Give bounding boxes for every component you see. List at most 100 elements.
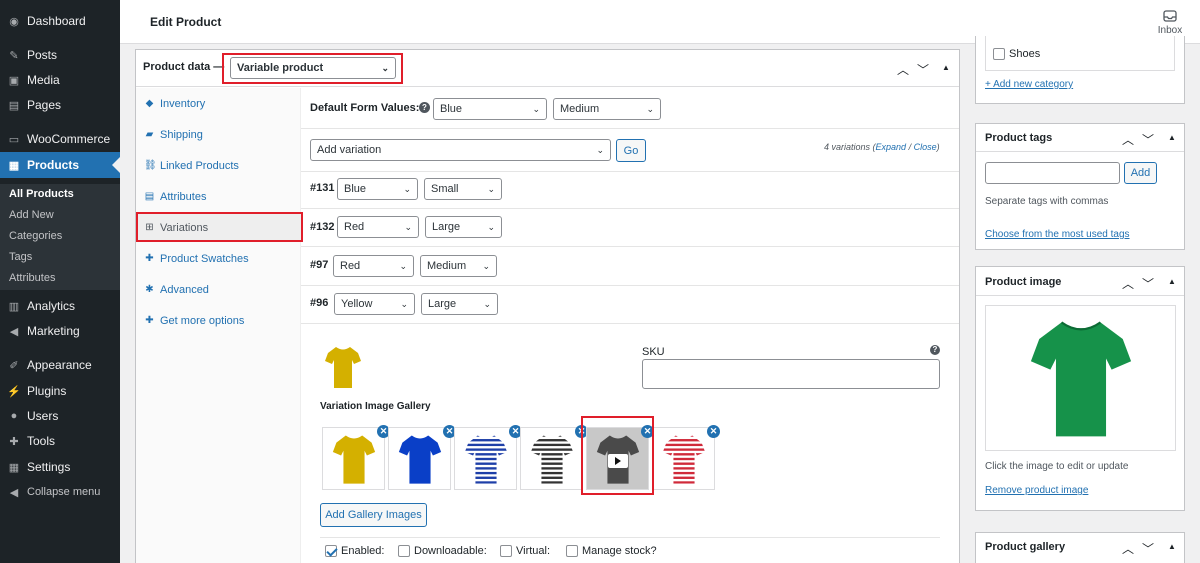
move-up-icon[interactable]: ︿ xyxy=(1122,131,1134,148)
product-image-title: Product image xyxy=(985,276,1062,288)
gallery-image[interactable]: ✕ xyxy=(322,425,390,490)
admin-sidebar: ◉ Dashboard ✎ Posts ▣ Media ▤ Pages ▭ WooComm… xyxy=(0,0,120,563)
move-down-icon[interactable]: ﹀ xyxy=(1142,540,1154,557)
variation-size-select[interactable]: Large ⌄ xyxy=(425,216,502,238)
sidebar-item-products[interactable]: ▦ Products xyxy=(0,152,120,178)
variation-size-select[interactable]: Large ⌄ xyxy=(421,293,498,315)
sidebar-item-media[interactable]: ▣ Media xyxy=(0,67,120,93)
move-down-icon[interactable]: ﹀ xyxy=(1142,131,1154,148)
submenu-categories[interactable]: Categories xyxy=(9,230,62,242)
category-shoes-checkbox[interactable]: Shoes xyxy=(993,45,1040,60)
add-gallery-images-button[interactable]: Add Gallery Images xyxy=(320,503,427,527)
checkbox-icon[interactable] xyxy=(993,47,1005,60)
truck-icon: ▰ xyxy=(145,129,154,140)
checkbox-icon[interactable] xyxy=(500,544,512,557)
pages-icon: ▤ xyxy=(8,99,20,112)
wrench-icon: ✚ xyxy=(145,253,154,264)
tab-linked-products[interactable]: ⛓ Linked Products xyxy=(136,151,301,180)
variation-thumbnail[interactable] xyxy=(324,344,362,393)
product-tags-title: Product tags xyxy=(985,132,1053,144)
submenu-attributes[interactable]: Attributes xyxy=(9,272,55,284)
sidebar-item-plugins[interactable]: ⚡ Plugins xyxy=(0,378,120,404)
sku-input[interactable] xyxy=(642,359,940,389)
tab-product-swatches[interactable]: ✚ Product Swatches xyxy=(136,244,301,273)
go-button[interactable]: Go xyxy=(616,139,646,162)
inbox-button[interactable]: Inbox xyxy=(1151,10,1189,36)
sidebar-item-pages[interactable]: ▤ Pages xyxy=(0,92,120,118)
move-down-icon[interactable]: ﹀ xyxy=(917,61,929,78)
sidebar-item-marketing[interactable]: ◀ Marketing xyxy=(0,318,120,344)
checkbox-icon[interactable] xyxy=(398,544,410,557)
variation-size-select[interactable]: Medium ⌄ xyxy=(420,255,497,277)
move-up-icon[interactable]: ︿ xyxy=(1122,275,1134,292)
move-down-icon[interactable]: ﹀ xyxy=(1142,275,1154,292)
product-gallery-title: Product gallery xyxy=(985,541,1066,553)
remove-product-image-link[interactable]: Remove product image xyxy=(985,485,1088,496)
gallery-image[interactable]: ✕ xyxy=(388,425,456,490)
submenu-tags[interactable]: Tags xyxy=(9,251,32,263)
choose-tags-link[interactable]: Choose from the most used tags xyxy=(985,229,1130,240)
list-icon: ▤ xyxy=(144,191,155,202)
toggle-panel-icon[interactable]: ▲ xyxy=(942,63,950,72)
expand-link[interactable]: Expand xyxy=(876,142,907,152)
tab-advanced[interactable]: ✱ Advanced xyxy=(136,275,301,304)
variation-color-select[interactable]: Blue ⌄ xyxy=(337,178,418,200)
tab-get-more-options[interactable]: ✚ Get more options xyxy=(136,306,301,335)
sidebar-item-tools[interactable]: ✚ Tools xyxy=(0,428,120,454)
add-new-category-link[interactable]: + Add new category xyxy=(985,79,1073,90)
variation-size-select[interactable]: Small ⌄ xyxy=(424,178,502,200)
products-submenu: All Products Add New Categories Tags Att… xyxy=(0,184,120,290)
highlight-video-thumbnail xyxy=(581,416,654,495)
toggle-panel-icon[interactable]: ▲ xyxy=(1168,133,1176,142)
striped-tshirt-icon xyxy=(530,435,573,484)
sidebar-item-posts[interactable]: ✎ Posts xyxy=(0,42,120,68)
close-link[interactable]: Close xyxy=(914,142,937,152)
gallery-image[interactable]: ✕ xyxy=(520,425,588,490)
sidebar-item-woocommerce[interactable]: ▭ WooCommerce xyxy=(0,126,120,152)
tab-shipping[interactable]: ▰ Shipping xyxy=(136,120,301,149)
toggle-panel-icon[interactable]: ▲ xyxy=(1168,542,1176,551)
move-up-icon[interactable]: ︿ xyxy=(897,61,909,78)
tab-inventory[interactable]: ◆ Inventory xyxy=(136,89,301,118)
gallery-image[interactable]: ✕ xyxy=(652,425,720,490)
help-icon[interactable]: ? xyxy=(419,102,430,113)
help-icon[interactable]: ? xyxy=(930,345,940,355)
media-icon: ▣ xyxy=(8,74,20,87)
sidebar-item-analytics[interactable]: ▥ Analytics xyxy=(0,293,120,319)
checkbox-icon[interactable] xyxy=(566,544,578,557)
gear-icon: ✱ xyxy=(145,284,154,295)
move-up-icon[interactable]: ︿ xyxy=(1122,540,1134,557)
remove-image-icon[interactable]: ✕ xyxy=(707,425,720,438)
gallery-image[interactable]: ✕ xyxy=(454,425,522,490)
collapse-menu-button[interactable]: ◀ Collapse menu xyxy=(0,479,120,505)
product-data-label: Product data — xyxy=(143,61,225,73)
toggle-panel-icon[interactable]: ▲ xyxy=(1168,277,1176,286)
manage-stock-checkbox[interactable]: Manage stock? xyxy=(566,542,657,557)
add-tag-button[interactable]: Add xyxy=(1124,162,1157,184)
variation-color-select[interactable]: Red ⌄ xyxy=(337,216,419,238)
default-size-select[interactable]: Medium ⌄ xyxy=(553,98,661,120)
green-tshirt-image xyxy=(1030,321,1131,437)
default-color-select[interactable]: Blue ⌄ xyxy=(433,98,547,120)
sidebar-item-settings[interactable]: ▦ Settings xyxy=(0,454,120,480)
variation-id: #96 xyxy=(310,297,329,309)
submenu-all-products[interactable]: All Products xyxy=(9,188,74,200)
submenu-add-new[interactable]: Add New xyxy=(9,209,54,221)
sidebar-item-dashboard[interactable]: ◉ Dashboard xyxy=(0,8,120,34)
tag-input[interactable] xyxy=(985,162,1120,184)
sidebar-item-users[interactable]: ● Users xyxy=(0,403,120,429)
striped-tshirt-icon xyxy=(662,435,705,484)
sidebar-item-appearance[interactable]: ✐ Appearance xyxy=(0,352,120,378)
variation-color-select[interactable]: Red ⌄ xyxy=(333,255,414,277)
product-image[interactable] xyxy=(985,305,1176,451)
megaphone-icon: ◀ xyxy=(9,325,19,338)
downloadable-checkbox[interactable]: Downloadable: xyxy=(398,542,487,557)
image-hint: Click the image to edit or update xyxy=(985,461,1129,472)
enabled-checkbox[interactable]: Enabled: xyxy=(325,542,384,557)
settings-icon: ▦ xyxy=(8,461,20,474)
virtual-checkbox[interactable]: Virtual: xyxy=(500,542,550,557)
variation-color-select[interactable]: Yellow ⌄ xyxy=(334,293,415,315)
add-variation-select[interactable]: Add variation ⌄ xyxy=(310,139,611,161)
checkbox-checked-icon[interactable] xyxy=(325,544,337,557)
tab-attributes[interactable]: ▤ Attributes xyxy=(136,182,301,211)
